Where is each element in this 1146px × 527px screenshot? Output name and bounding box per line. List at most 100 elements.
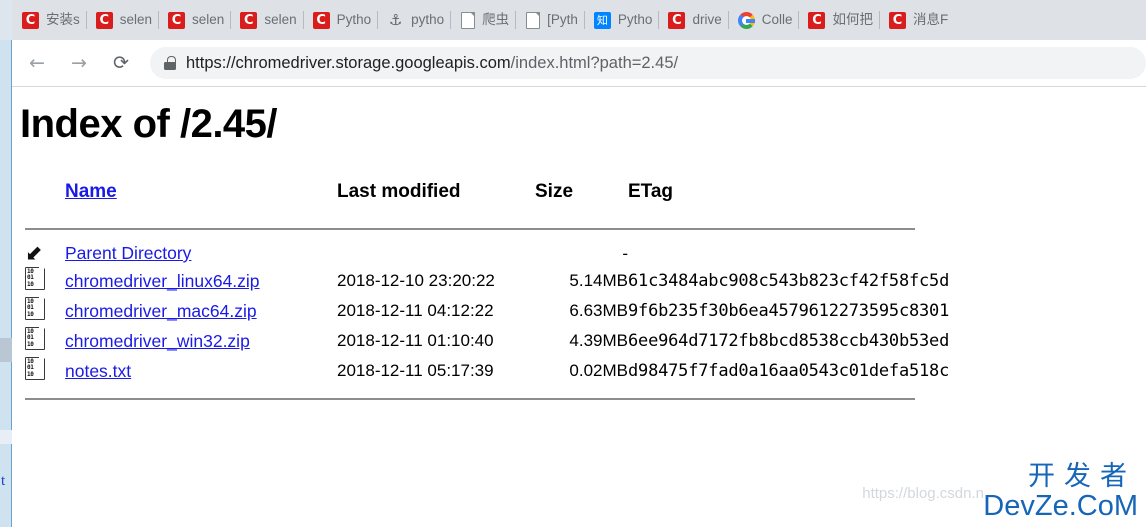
row-icon-cell: 10 01 10	[25, 326, 65, 356]
forward-button[interactable]: →	[62, 46, 96, 80]
background-window-band	[0, 338, 12, 362]
row-date-cell	[337, 241, 535, 266]
row-icon-cell: 10 01 10	[25, 296, 65, 326]
binary-file-icon: 10 01 10	[25, 356, 46, 380]
zhihu-icon: 知	[593, 11, 611, 29]
table-footer-divider	[25, 386, 949, 411]
csdn-icon: C	[312, 11, 330, 29]
file-link[interactable]: notes.txt	[65, 361, 131, 381]
tab-title: Pytho	[617, 12, 653, 27]
table-row: ⬋ Parent Directory -	[25, 241, 949, 266]
binary-file-icon: 10 01 10	[25, 296, 46, 320]
row-size-cell: 5.14MB	[569, 271, 628, 290]
browser-tab-12[interactable]: C 如何把	[798, 0, 879, 40]
browser-tab-6[interactable]: ⚓ pytho	[377, 0, 450, 40]
tab-title: 消息F	[912, 12, 949, 27]
url-origin: https://chromedriver.storage.googleapis.…	[186, 53, 511, 72]
parent-directory-link[interactable]: Parent Directory	[65, 243, 191, 263]
brand-watermark-cn: 开发者	[1028, 461, 1136, 492]
table-row: 10 01 10 chromedriver_mac64.zip 2018-12-11…	[25, 296, 949, 326]
csdn-icon: C	[22, 11, 39, 29]
column-header-name: Name	[65, 181, 337, 216]
column-header-size: Size	[535, 181, 574, 202]
address-bar[interactable]: https://chromedriver.storage.googleapis.…	[150, 47, 1146, 79]
row-etag-cell: d98475f7fad0a16aa0543c01defa518c	[628, 361, 950, 381]
page-content: Index of /2.45/ Name Last modified Size …	[13, 88, 1146, 527]
browser-tab-4[interactable]: C selen	[230, 0, 302, 40]
tab-title: 安装s	[46, 12, 80, 27]
row-name-cell: chromedriver_linux64.zip	[65, 266, 337, 296]
directory-listing-table: Name Last modified Size ETag ⬋ Parent Di	[25, 181, 949, 411]
row-etag-cell: 6ee964d7172fb8bcd8538ccb430b53ed	[628, 331, 950, 351]
browser-tab-13[interactable]: C 消息F	[878, 0, 954, 40]
file-link[interactable]: chromedriver_mac64.zip	[65, 301, 257, 321]
browser-tab-1[interactable]: C 安装s	[12, 0, 86, 40]
row-date-cell: 2018-12-11 04:12:22	[337, 301, 494, 320]
tab-title: Pytho	[336, 12, 372, 27]
tab-title: selen	[192, 12, 225, 27]
back-button[interactable]: ←	[20, 46, 54, 80]
background-window-sliver	[0, 0, 12, 527]
file-link[interactable]: chromedriver_linux64.zip	[65, 271, 260, 291]
column-header-last-modified: Last modified	[337, 181, 461, 202]
background-window-band-2	[0, 430, 12, 444]
lock-icon	[164, 56, 176, 70]
csdn-icon: C	[168, 11, 186, 29]
row-icon-cell: ⬋	[25, 241, 65, 266]
csdn-icon: C	[240, 11, 258, 29]
table-header-row: Name Last modified Size ETag	[25, 181, 949, 216]
brand-watermark: 开发者 DevZe.CoM	[983, 463, 1138, 521]
row-name-cell: Parent Directory	[65, 241, 337, 266]
url-path: /index.html?path=2.45/	[510, 53, 679, 72]
column-header-etag: ETag	[628, 181, 674, 202]
csdn-icon: C	[668, 11, 686, 29]
row-date-cell: 2018-12-10 23:20:22	[337, 271, 495, 290]
binary-file-icon: 10 01 10	[25, 266, 46, 290]
page-title: Index of /2.45/	[20, 102, 278, 146]
google-icon	[737, 11, 755, 29]
tab-title: selen	[264, 12, 297, 27]
document-icon	[461, 11, 476, 29]
browser-tab-10[interactable]: C drive	[658, 0, 727, 40]
browser-tab-11[interactable]: Colle	[727, 0, 799, 40]
reload-button[interactable]: ⟳	[104, 46, 138, 80]
address-bar-url: https://chromedriver.storage.googleapis.…	[186, 54, 678, 73]
row-size-cell: -	[622, 243, 628, 263]
screenshot-root: t C 安装s C selen C selen C selen C Pytho …	[0, 0, 1146, 527]
row-icon-cell: 10 01 10	[25, 266, 65, 296]
csdn-icon: C	[95, 11, 113, 29]
row-icon-cell: 10 01 10	[25, 356, 65, 386]
csdn-icon: C	[888, 11, 906, 29]
tab-title: 如何把	[832, 12, 873, 27]
browser-tab-9[interactable]: 知 Pytho	[583, 0, 659, 40]
tab-title: pytho	[411, 12, 445, 27]
anchor-icon: ⚓	[388, 10, 403, 29]
background-stray-letter: t	[1, 473, 6, 489]
brand-watermark-en: DevZe.CoM	[983, 490, 1138, 522]
tab-title: selen	[119, 12, 153, 27]
binary-file-icon: 10 01 10	[25, 326, 46, 350]
csdn-icon: C	[808, 11, 826, 29]
parent-directory-icon: ⬋	[25, 240, 43, 265]
horizontal-rule	[25, 227, 915, 230]
row-etag-cell	[628, 241, 949, 266]
table-header-divider	[25, 216, 949, 241]
row-date-cell: 2018-12-11 05:17:39	[337, 361, 494, 380]
file-link[interactable]: chromedriver_win32.zip	[65, 331, 250, 351]
browser-tab-3[interactable]: C selen	[158, 0, 230, 40]
row-size-cell: 0.02MB	[569, 361, 628, 380]
browser-tab-8[interactable]: [Pyth	[515, 0, 584, 40]
table-row: 10 01 10 chromedriver_win32.zip 2018-12-11…	[25, 326, 949, 356]
row-date-cell: 2018-12-11 01:10:40	[337, 331, 494, 350]
browser-tab-2[interactable]: C selen	[85, 0, 158, 40]
sort-by-name-link[interactable]: Name	[65, 181, 117, 202]
document-icon	[526, 11, 541, 29]
browser-tab-5[interactable]: C Pytho	[302, 0, 378, 40]
column-header-icon	[25, 181, 65, 216]
row-size-cell: 4.39MB	[569, 331, 628, 350]
row-name-cell: chromedriver_mac64.zip	[65, 296, 337, 326]
browser-tab-strip: C 安装s C selen C selen C selen C Pytho ⚓ …	[12, 0, 1146, 40]
browser-tab-7[interactable]: 爬虫	[450, 0, 515, 40]
row-etag-cell: 61c3484abc908c543b823cf42f58fc5d	[628, 271, 950, 291]
background-window-titlebar-sliver	[0, 0, 12, 40]
